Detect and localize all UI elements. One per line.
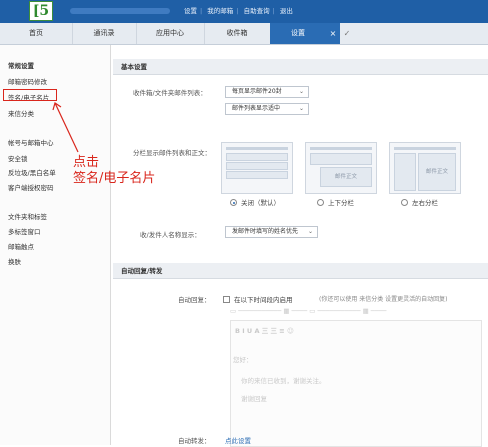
radio-selected-icon xyxy=(230,199,237,206)
list-mode-value: 邮件列表显示适中 xyxy=(232,105,281,112)
radio-off-label: 关闭（默认） xyxy=(241,199,280,207)
auto-forward-label: 自动转发： xyxy=(178,437,211,445)
split-label: 分栏显示邮件列表和正文： xyxy=(133,149,211,157)
layout-thumb-updown[interactable]: 邮件正文 xyxy=(305,142,377,194)
name-display-select[interactable]: 发邮件时填写的姓名优先 ⌄ xyxy=(225,226,318,238)
radio-icon xyxy=(401,199,408,206)
chevron-down-icon: ⌄ xyxy=(298,105,304,112)
auto-forward-link[interactable]: 点此设置 xyxy=(225,435,251,445)
section-auto-reply: 自动回复/转发 xyxy=(113,263,488,279)
editor-line-1: 您好： xyxy=(233,356,253,364)
auto-reply-hint: (你还可以使用 来信分类 设置更灵活的自动回复) xyxy=(319,296,448,303)
per-page-select[interactable]: 每页显示邮件20封 ⌄ xyxy=(225,86,309,98)
radio-layout-leftright[interactable]: 左右分栏 xyxy=(401,197,438,207)
settings-main: 基本设置 收件箱/文件夹邮件列表： 每页显示邮件20封 ⌄ 邮件列表显示适中 ⌄ 分… xyxy=(113,45,488,447)
editor-line-3: 谢谢回复 xyxy=(241,395,267,403)
layout-thumb-leftright[interactable]: 邮件正文 xyxy=(389,142,461,194)
radio-icon xyxy=(317,199,324,206)
date-range-inputs[interactable]: ▭ ─────────── ▦ ──── ▭ ─────────── ▦ ───… xyxy=(230,307,386,315)
radio-layout-updown[interactable]: 上下分栏 xyxy=(317,197,354,207)
editor-toolbar[interactable]: B I U A 三 三 ≡ ☺ xyxy=(235,325,294,335)
checkbox-icon xyxy=(223,296,230,303)
per-page-value: 每页显示邮件20封 xyxy=(232,88,282,95)
radio-ud-label: 上下分栏 xyxy=(328,199,354,207)
editor-line-2: 你的来信已收到，谢谢关注。 xyxy=(241,377,326,385)
name-display-label: 收/发件人名称显示： xyxy=(140,231,201,239)
auto-reply-check-label: 在以下时间段内启用 xyxy=(234,296,293,304)
auto-reply-label: 自动回复： xyxy=(178,296,211,304)
thumb-lr-text: 邮件正文 xyxy=(418,153,456,191)
chevron-down-icon: ⌄ xyxy=(298,88,304,95)
radio-layout-off[interactable]: 关闭（默认） xyxy=(230,197,280,207)
chevron-down-icon: ⌄ xyxy=(307,228,313,235)
radio-lr-label: 左右分栏 xyxy=(412,199,438,207)
section-basic-settings: 基本设置 xyxy=(113,59,488,75)
thumb-updown-text: 邮件正文 xyxy=(320,167,372,187)
list-mode-select[interactable]: 邮件列表显示适中 ⌄ xyxy=(225,103,309,115)
name-display-value: 发邮件时填写的姓名优先 xyxy=(232,228,299,235)
layout-thumb-off[interactable] xyxy=(221,142,293,194)
list-label: 收件箱/文件夹邮件列表： xyxy=(133,89,207,97)
auto-reply-enable[interactable]: 在以下时间段内启用 xyxy=(223,294,293,304)
